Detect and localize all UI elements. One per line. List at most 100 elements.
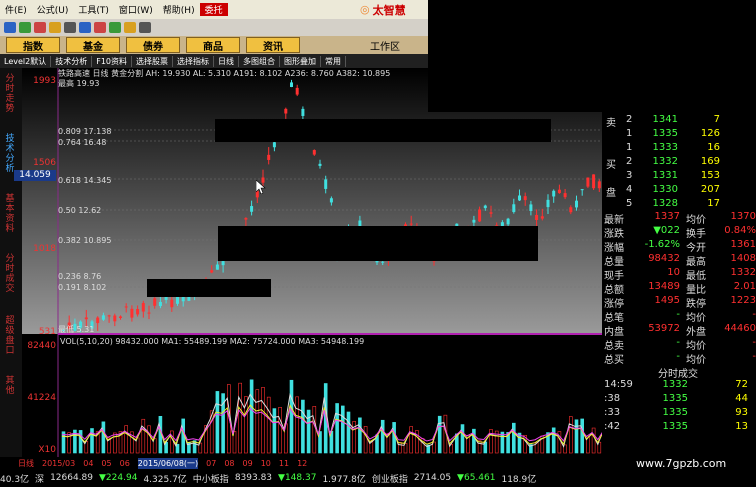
trade-row-cell: 1332 xyxy=(662,379,688,390)
candle-body xyxy=(124,306,128,308)
date-tick: 06 xyxy=(119,458,130,468)
category-commodity-button[interactable]: 商品 xyxy=(186,37,240,53)
back-icon[interactable] xyxy=(4,22,16,33)
stat-row-cell: 13489 xyxy=(648,281,680,292)
bid-row-cell: 5 xyxy=(626,198,633,209)
index-ticker: 40.3亿深 12664.89 ▼224.94 4.325.7亿 中小板指 8393.83… xyxy=(0,469,602,487)
trade-button[interactable]: 委托 xyxy=(199,3,228,16)
category-bond-button[interactable]: 债券 xyxy=(126,37,180,53)
tools-icon[interactable] xyxy=(124,22,136,33)
volume-bar xyxy=(249,379,254,454)
bid-row: 3 1331 153 xyxy=(602,170,756,184)
stat-row: 总卖 - 均价 - xyxy=(602,337,756,352)
category-news-button[interactable]: 资讯 xyxy=(246,37,300,53)
trade-row-cell: 1335 xyxy=(662,421,688,432)
stat-row-cell: 1337 xyxy=(654,211,680,222)
stat-row-cell: 1495 xyxy=(654,295,680,306)
tab-technical[interactable]: 技术分析 xyxy=(51,55,93,67)
stat-row-cell: 量比 xyxy=(686,285,706,296)
list-icon[interactable] xyxy=(79,22,91,33)
category-fund-button[interactable]: 基金 xyxy=(66,37,120,53)
menu-item-edit[interactable]: 件(E) xyxy=(0,3,32,16)
news-icon[interactable] xyxy=(109,22,121,33)
alert-icon[interactable] xyxy=(94,22,106,33)
date-tick: 日线 xyxy=(18,458,34,468)
bid-row-cell: 207 xyxy=(700,184,720,195)
candle-body xyxy=(329,198,333,203)
volume-bar xyxy=(358,417,362,454)
tab-multi-chart[interactable]: 多图组合 xyxy=(239,55,280,67)
chart-icon[interactable] xyxy=(49,22,61,33)
candle-body xyxy=(301,108,305,116)
candle-body xyxy=(96,317,100,324)
volume-bar xyxy=(437,415,442,454)
vtab-fundamental[interactable]: 基本资料 xyxy=(4,194,16,234)
stat-row-cell: - xyxy=(676,337,680,348)
tab-daily[interactable]: 日线 xyxy=(214,55,239,67)
bid-row-cell: 盘 xyxy=(606,188,616,199)
stat-row-cell: 总笔 xyxy=(604,313,624,324)
bid-row-cell: 1328 xyxy=(652,198,678,209)
trade-row-cell: 13 xyxy=(735,421,748,432)
workzone-button[interactable]: 工作区 xyxy=(370,36,428,54)
tab-f10[interactable]: F10资料 xyxy=(92,55,132,67)
trade-row-cell: 72 xyxy=(735,379,748,390)
stat-row-cell: 今开 xyxy=(686,243,706,254)
candle-body xyxy=(472,219,476,223)
ticker-item: 12664.89 xyxy=(50,473,94,483)
bid-row-cell: 4 xyxy=(626,184,633,195)
ticker-item: 8393.83 xyxy=(234,473,273,483)
candle-body xyxy=(523,196,527,201)
tab-common[interactable]: 常用 xyxy=(321,55,346,67)
volume-bar xyxy=(101,421,106,454)
search-icon[interactable] xyxy=(64,22,76,33)
view-tabs: Level2默认 技术分析 F10资料 选择股票 选择指标 日线 多图组合 图形… xyxy=(0,54,428,69)
cursor-price-label: 14.059 xyxy=(14,170,56,181)
candle-body xyxy=(250,206,254,212)
tab-level2[interactable]: Level2默认 xyxy=(0,55,52,67)
home-icon[interactable] xyxy=(34,22,46,33)
volume-bar xyxy=(380,419,385,454)
candle-body xyxy=(284,108,288,114)
date-tick: 2015/03 xyxy=(42,458,76,468)
vtab-technical[interactable]: 技术分析 xyxy=(4,134,16,174)
vtab-other[interactable]: 其他 xyxy=(4,376,16,396)
settings-icon[interactable] xyxy=(139,22,151,33)
stat-row-cell: 均价 xyxy=(686,215,706,226)
menu-item-tools[interactable]: 工具(T) xyxy=(73,3,114,16)
menu-item-help[interactable]: 帮助(H) xyxy=(158,3,200,16)
candle-body xyxy=(221,261,225,266)
stat-row-cell: 1223 xyxy=(730,295,756,306)
tab-select-stock[interactable]: 选择股票 xyxy=(132,55,173,67)
tab-overlay[interactable]: 图形叠加 xyxy=(280,55,321,67)
tab-select-indicator[interactable]: 选择指标 xyxy=(173,55,214,67)
redaction-mask xyxy=(215,119,551,142)
date-tick: 08 xyxy=(224,458,235,468)
high-label: 最高 19.93 xyxy=(58,79,100,88)
stat-row-cell: 10 xyxy=(667,267,680,278)
forward-icon[interactable] xyxy=(19,22,31,33)
candle-body xyxy=(483,205,487,209)
candle-body xyxy=(409,223,413,225)
volume-bar xyxy=(460,424,465,454)
menu-item-formula[interactable]: 公式(U) xyxy=(32,3,74,16)
menu-item-window[interactable]: 窗口(W) xyxy=(114,3,158,16)
vtab-trades[interactable]: 分时成交 xyxy=(4,254,16,294)
candle-body xyxy=(535,214,539,221)
trade-row-cell: 14:59 xyxy=(604,379,633,390)
candle-body xyxy=(136,308,140,315)
volume-tick: X10 xyxy=(38,445,56,455)
candle-body xyxy=(170,299,174,308)
date-tick: 2015/06/08(一) xyxy=(137,457,199,469)
date-tick: 05 xyxy=(101,458,112,468)
toolbar xyxy=(0,19,428,36)
ask-row: 1 1335 126 xyxy=(602,128,756,142)
stat-row-cell: 2.01 xyxy=(733,281,756,292)
stat-row-cell: -1.62% xyxy=(644,239,680,250)
candle-body xyxy=(210,270,214,273)
vtab-intraday[interactable]: 分时走势 xyxy=(4,74,16,114)
category-index-button[interactable]: 指数 xyxy=(6,37,60,53)
vtab-super-level[interactable]: 超级盘口 xyxy=(4,316,16,356)
volume-tick: 82440 xyxy=(27,341,56,351)
stat-row-cell: 1332 xyxy=(730,267,756,278)
